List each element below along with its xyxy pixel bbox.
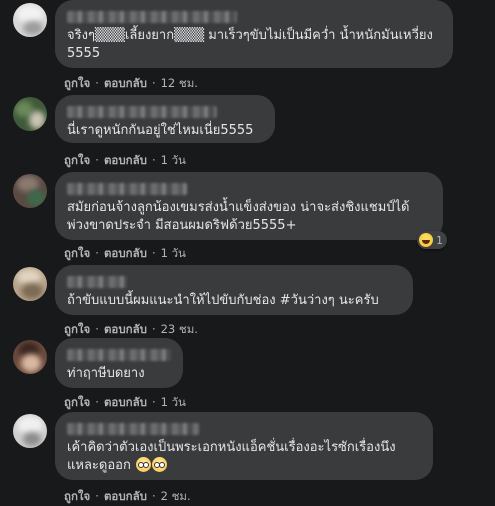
comment-text: นี่เราดูหนักกันอยู่ใช่ไหมเนี่ย5555 (67, 123, 254, 138)
avatar[interactable] (13, 174, 47, 208)
separator-dot: · (151, 395, 156, 409)
reply-button[interactable]: ตอบกลับ (104, 394, 147, 412)
timestamp[interactable]: 2 ชม. (161, 488, 191, 506)
like-button[interactable]: ถูกใจ (64, 75, 90, 93)
comment-bubble: เค้าคิดว่าตัวเองเป็นพระเอกหนังแอ็คชั่นเร… (55, 412, 433, 480)
timestamp[interactable]: 1 วัน (161, 245, 186, 263)
avatar[interactable] (13, 340, 47, 374)
comment-actions: ถูกใจ · ตอบกลับ · 12 ชม. (64, 75, 198, 93)
reply-button[interactable]: ตอบกลับ (104, 152, 147, 170)
comment-actions: ถูกใจ · ตอบกลับ · 1 วัน (64, 152, 186, 170)
separator-dot: · (151, 153, 156, 167)
like-button[interactable]: ถูกใจ (64, 488, 90, 506)
author-name[interactable] (67, 8, 441, 24)
rolling-eyes-emoji-icon (151, 457, 167, 472)
comment-text: ท่าฤาษีบดยาง (67, 366, 145, 381)
separator-dot: · (151, 246, 156, 260)
avatar[interactable] (13, 97, 47, 131)
comment-text: ถ้าขับแบบนี้ผมแนะนำให้ไปขับกับช่อง #วันว… (67, 293, 379, 308)
separator-dot: · (95, 322, 99, 336)
comment-text: สมัยก่อนจ้างลูกน้องเขมรส่งน้ำแข็งส่งของ … (67, 200, 410, 233)
timestamp[interactable]: 1 วัน (161, 152, 186, 170)
reaction-count: 1 (436, 233, 443, 247)
comment-bubble: ท่าฤาษีบดยาง (55, 338, 183, 388)
author-name[interactable] (67, 346, 171, 362)
comment-actions: ถูกใจ · ตอบกลับ · 23 ชม. (64, 321, 198, 339)
comment-bubble: ถ้าขับแบบนี้ผมแนะนำให้ไปขับกับช่อง #วันว… (55, 265, 413, 315)
reply-button[interactable]: ตอบกลับ (104, 321, 147, 339)
reply-button[interactable]: ตอบกลับ (104, 245, 147, 263)
comment-text: เค้าคิดว่าตัวเองเป็นพระเอกหนังแอ็คชั่นเร… (67, 440, 396, 473)
timestamp[interactable]: 23 ชม. (161, 321, 198, 339)
separator-dot: · (95, 246, 99, 260)
reaction-summary[interactable]: 1 (417, 231, 447, 249)
reply-button[interactable]: ตอบกลับ (104, 75, 147, 93)
author-name[interactable] (67, 420, 421, 436)
comment-text: จริงๆ▒▒▒เลี้ยงยาก▒▒▒ มาเร็วๆขับไม่เป็นมี… (67, 28, 433, 61)
separator-dot: · (95, 76, 99, 90)
comment-bubble: นี่เราดูหนักกันอยู่ใช่ไหมเนี่ย5555 (55, 95, 275, 143)
like-button[interactable]: ถูกใจ (64, 245, 90, 263)
comment-text-wrap: เค้าคิดว่าตัวเองเป็นพระเอกหนังแอ็คชั่นเร… (67, 439, 421, 475)
comment-actions: ถูกใจ · ตอบกลับ · 1 วัน (64, 394, 186, 412)
comment-bubble: สมัยก่อนจ้างลูกน้องเขมรส่งน้ำแข็งส่งของ … (55, 172, 447, 249)
timestamp[interactable]: 1 วัน (161, 394, 186, 412)
avatar[interactable] (13, 414, 47, 448)
author-name[interactable] (67, 103, 263, 119)
separator-dot: · (151, 489, 156, 503)
avatar[interactable] (13, 267, 47, 301)
separator-dot: · (95, 395, 99, 409)
comment-actions: ถูกใจ · ตอบกลับ · 2 ชม. (64, 488, 191, 506)
separator-dot: · (95, 489, 99, 503)
rolling-eyes-emoji-icon (135, 457, 151, 472)
author-name[interactable] (67, 273, 401, 289)
comment-actions: ถูกใจ · ตอบกลับ · 1 วัน (64, 245, 186, 263)
timestamp[interactable]: 12 ชม. (161, 75, 198, 93)
haha-reaction-icon (419, 233, 433, 247)
like-button[interactable]: ถูกใจ (64, 394, 90, 412)
reply-button[interactable]: ตอบกลับ (104, 488, 147, 506)
like-button[interactable]: ถูกใจ (64, 152, 90, 170)
like-button[interactable]: ถูกใจ (64, 321, 90, 339)
separator-dot: · (95, 153, 99, 167)
separator-dot: · (151, 322, 156, 336)
comment-bubble: จริงๆ▒▒▒เลี้ยงยาก▒▒▒ มาเร็วๆขับไม่เป็นมี… (55, 0, 453, 68)
author-name[interactable] (67, 180, 431, 196)
avatar[interactable] (13, 3, 47, 37)
separator-dot: · (151, 76, 156, 90)
